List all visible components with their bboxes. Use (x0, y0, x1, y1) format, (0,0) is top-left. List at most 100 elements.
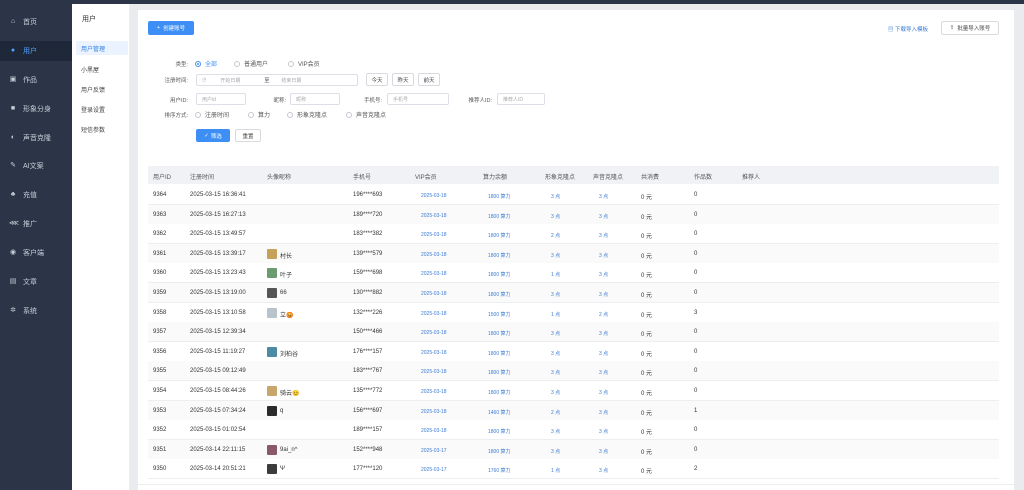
type-radio-vip[interactable]: VIP会员 (288, 59, 320, 68)
filter-button[interactable]: ✓ 筛选 (196, 129, 230, 142)
cell-power-balance[interactable]: 1800 算力 (488, 271, 511, 278)
cell-voice-clone-points[interactable]: 3 点 (599, 213, 608, 220)
cell-power-balance[interactable]: 1800 算力 (488, 291, 511, 298)
cell-image-clone-points[interactable]: 3 点 (551, 389, 560, 396)
cell-vip-expiry[interactable]: 2025-03-18 (421, 213, 447, 219)
type-radio-normal[interactable]: 普通用户 (234, 59, 268, 68)
referrer-id-input[interactable]: 推荐人ID (497, 93, 545, 105)
cell-power-balance[interactable]: 1800 算力 (488, 448, 511, 455)
cell-vip-expiry[interactable]: 2025-03-18 (421, 428, 447, 434)
nickname-input[interactable]: 昵称 (290, 93, 340, 105)
cell-vip-expiry[interactable]: 2025-03-18 (421, 311, 447, 317)
sort-radio-reg-time[interactable]: 注册时间 (195, 110, 229, 119)
quick-date-today[interactable]: 今天 (366, 73, 388, 86)
cell-voice-clone-points[interactable]: 3 点 (599, 448, 608, 455)
sidebar-item-user[interactable]: ● 用户 (0, 41, 72, 61)
cell-image-clone-points[interactable]: 3 点 (551, 330, 560, 337)
cell-voice-clone-points[interactable]: 3 点 (599, 232, 608, 239)
cell-image-clone-points[interactable]: 3 点 (551, 350, 560, 357)
cell-power-balance[interactable]: 1760 算力 (488, 467, 511, 474)
sort-radio-power[interactable]: 算力 (248, 110, 270, 119)
sidebar-item-voice-clone[interactable]: ◐ 声音克隆 (0, 128, 72, 148)
cell-image-clone-points[interactable]: 1 点 (551, 271, 560, 278)
cell-vip-expiry[interactable]: 2025-03-18 (421, 350, 447, 356)
sidebar-item-share[interactable]: ⋘ 推广 (0, 214, 72, 234)
cell-voice-clone-points[interactable]: 3 点 (599, 409, 608, 416)
cell-image-clone-points[interactable]: 2 点 (551, 232, 560, 239)
sidebar-item-works[interactable]: ▣ 作品 (0, 70, 72, 90)
cell-vip-expiry[interactable]: 2025-03-17 (421, 467, 447, 473)
subnav-item-login-settings[interactable]: 登录设置 (76, 102, 128, 116)
cell-image-clone-points[interactable]: 1 点 (551, 311, 560, 318)
cell-vip-expiry[interactable]: 2025-03-18 (421, 291, 447, 297)
cell-voice-clone-points[interactable]: 3 点 (599, 330, 608, 337)
cell-voice-clone-points[interactable]: 3 点 (599, 389, 608, 396)
cell-vip-expiry[interactable]: 2025-03-18 (421, 252, 447, 258)
cell-image-clone-points[interactable]: 3 点 (551, 369, 560, 376)
cell-power-balance[interactable]: 1800 算力 (488, 213, 511, 220)
cell-voice-clone-points[interactable]: 3 点 (599, 467, 608, 474)
cell-image-clone-points[interactable]: 3 点 (551, 428, 560, 435)
download-template-link[interactable]: ▤ 下载导入模板 (888, 25, 928, 33)
cell-power-balance[interactable]: 1500 算力 (488, 311, 511, 318)
cell-power-balance[interactable]: 1800 算力 (488, 252, 511, 259)
cell-voice-clone-points[interactable]: 3 点 (599, 369, 608, 376)
cell-image-clone-points[interactable]: 2 点 (551, 409, 560, 416)
cell-voice-clone-points[interactable]: 3 点 (599, 252, 608, 259)
cell-power-balance[interactable]: 1800 算力 (488, 232, 511, 239)
cell-power-balance[interactable]: 1800 算力 (488, 369, 511, 376)
cell-power-balance[interactable]: 1800 算力 (488, 193, 511, 200)
cell-voice-clone-points[interactable]: 3 点 (599, 291, 608, 298)
cell-vip-expiry[interactable]: 2025-03-18 (421, 232, 447, 238)
sidebar-item-client[interactable]: ◉ 客户端 (0, 243, 72, 263)
cell-vip-expiry[interactable]: 2025-03-18 (421, 369, 447, 375)
cell-voice-clone-points[interactable]: 3 点 (599, 350, 608, 357)
sidebar-item-avatar-clone[interactable]: ■ 形象分身 (0, 99, 72, 119)
cell-vip-expiry[interactable]: 2025-03-18 (421, 193, 447, 199)
col-voice-clone[interactable]: 声音克隆点 (593, 172, 623, 181)
phone-input[interactable]: 手机号 (387, 93, 449, 105)
reset-button[interactable]: 重置 (235, 129, 261, 142)
sidebar-item-home[interactable]: ⌂ 首页 (0, 12, 72, 32)
cell-power-balance[interactable]: 1800 算力 (488, 330, 511, 337)
col-user-id[interactable]: 用户ID (153, 172, 171, 181)
cell-voice-clone-points[interactable]: 3 点 (599, 428, 608, 435)
cell-vip-expiry[interactable]: 2025-03-18 (421, 389, 447, 395)
cell-vip-expiry[interactable]: 2025-03-18 (421, 330, 447, 336)
cell-image-clone-points[interactable]: 3 点 (551, 291, 560, 298)
cell-power-balance[interactable]: 1800 算力 (488, 350, 511, 357)
cell-vip-expiry[interactable]: 2025-03-18 (421, 409, 447, 415)
cell-image-clone-points[interactable]: 3 点 (551, 448, 560, 455)
cell-voice-clone-points[interactable]: 3 点 (599, 193, 608, 200)
col-power[interactable]: 算力余额 (483, 172, 507, 181)
uid-input[interactable]: 用户id (196, 93, 246, 105)
quick-date-before-yesterday[interactable]: 前天 (418, 73, 440, 86)
cell-power-balance[interactable]: 1460 算力 (488, 409, 511, 416)
date-range-picker[interactable]: ◷ 开始日期 至 结束日期 (196, 74, 358, 86)
cell-image-clone-points[interactable]: 3 点 (551, 252, 560, 259)
sidebar-item-ai-copy[interactable]: ✎ AI文案 (0, 156, 72, 176)
cell-image-clone-points[interactable]: 1 点 (551, 467, 560, 474)
cell-vip-expiry[interactable]: 2025-03-17 (421, 448, 447, 454)
cell-vip-expiry[interactable]: 2025-03-18 (421, 271, 447, 277)
batch-import-button[interactable]: ⇪ 批量导入账号 (941, 21, 999, 35)
cell-image-clone-points[interactable]: 3 点 (551, 193, 560, 200)
sidebar-item-system-gear[interactable]: ✲ 系统 (0, 301, 72, 321)
create-account-button[interactable]: + 创建账号 (148, 21, 194, 35)
sort-radio-voice-clone[interactable]: 声音克隆点 (346, 110, 386, 119)
sidebar-item-recharge[interactable]: ♣ 充值 (0, 185, 72, 205)
subnav-item-sms-params[interactable]: 短信参数 (76, 122, 128, 136)
col-reg-time[interactable]: 注册时间 (190, 172, 214, 181)
col-image-clone[interactable]: 形象克隆点 (545, 172, 575, 181)
subnav-item-feedback[interactable]: 用户反馈 (76, 82, 128, 96)
subnav-item-user-management[interactable]: 用户管理 (76, 41, 128, 55)
cell-power-balance[interactable]: 1800 算力 (488, 428, 511, 435)
cell-image-clone-points[interactable]: 3 点 (551, 213, 560, 220)
subnav-item-blacklist[interactable]: 小黑屋 (76, 62, 128, 76)
cell-voice-clone-points[interactable]: 3 点 (599, 271, 608, 278)
sort-radio-image-clone[interactable]: 形象克隆点 (287, 110, 327, 119)
cell-voice-clone-points[interactable]: 2 点 (599, 311, 608, 318)
sidebar-item-article[interactable]: ▤ 文章 (0, 272, 72, 292)
type-radio-all[interactable]: 全部 (195, 59, 217, 68)
cell-power-balance[interactable]: 1800 算力 (488, 389, 511, 396)
